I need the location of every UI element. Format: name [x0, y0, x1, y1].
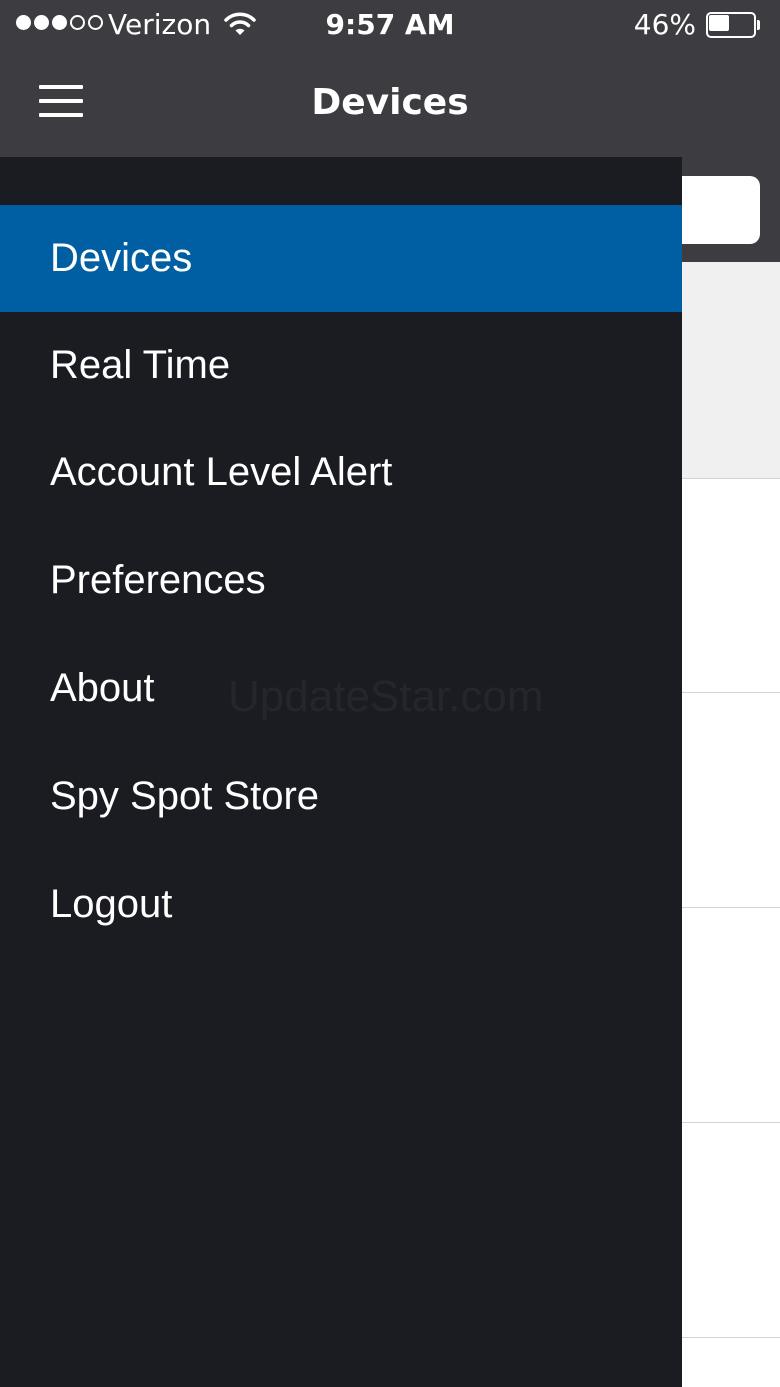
search-bar-container [672, 157, 780, 262]
drawer-item-preferences[interactable]: Preferences [0, 527, 682, 634]
search-input[interactable] [672, 176, 760, 244]
drawer-item-account-level-alert[interactable]: Account Level Alert [0, 419, 682, 526]
devices-content-background [672, 157, 780, 1387]
drawer-item-devices[interactable]: Devices [0, 205, 682, 312]
summary-section [682, 262, 780, 479]
status-bar: Verizon 9:57 AM 46% [0, 0, 780, 52]
watermark-text: UpdateStar.com [228, 672, 544, 721]
battery-percentage: 46% [633, 8, 696, 41]
drawer-item-real-time[interactable]: Real Time [0, 312, 682, 419]
battery-icon [706, 12, 760, 38]
battery-level-fill [709, 15, 729, 31]
drawer-item-spy-spot-store[interactable]: Spy Spot Store [0, 743, 682, 850]
list-row-divider [682, 907, 780, 908]
battery-tip [757, 20, 760, 30]
list-row-divider [682, 1122, 780, 1123]
list-row-divider [682, 692, 780, 693]
navigation-drawer: Devices Real Time Account Level Alert Pr… [0, 157, 682, 1387]
top-bar: Verizon 9:57 AM 46% Devices [0, 0, 780, 157]
list-row-divider [682, 1337, 780, 1338]
page-title: Devices [311, 82, 469, 123]
drawer-item-logout[interactable]: Logout [0, 851, 682, 958]
